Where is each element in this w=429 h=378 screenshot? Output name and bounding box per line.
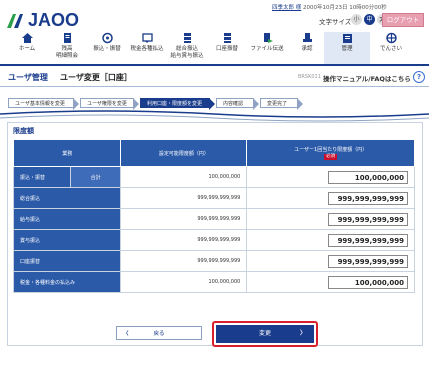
user-name-link[interactable]: 四季太郎 様	[272, 5, 301, 11]
step-label: 利用口座・限度額を変更	[147, 101, 203, 107]
page-title: ユーザ変更［口座］	[60, 73, 132, 82]
title-divider	[0, 86, 429, 87]
user-limit-input[interactable]: 999,999,999,999	[328, 212, 408, 226]
step-label: ユーザ基本情報を変更	[15, 101, 65, 107]
nav-densai[interactable]: でんさい	[368, 32, 414, 64]
nav-label: 総合振込 給与賞与振込	[170, 46, 204, 59]
user-limit-input[interactable]: 100,000,000	[328, 275, 408, 289]
user-limit-input[interactable]: 999,999,999,999	[328, 254, 408, 268]
section-title: ユーザ管理	[8, 73, 48, 82]
logout-button[interactable]: ログアウト	[382, 13, 424, 27]
ja-logo-icon	[7, 14, 23, 28]
table-header-row: 業務 設定可能限度額（円） ユーザー1回当たり限度額（円） 必須	[12, 139, 415, 167]
row-label: 総合振込	[12, 187, 122, 209]
row-label: 賞与振込	[12, 229, 122, 251]
nav-label: でんさい	[379, 46, 402, 52]
step-label: ユーザ権限を変更	[87, 101, 127, 107]
step-account-limit: 利用口座・限度額を変更	[140, 98, 215, 110]
table-row: 総合振込 999,999,999,999 999,999,999,999	[12, 187, 415, 209]
nav-label: 残高 明細照会	[55, 46, 78, 59]
logo-text[interactable]: JAOO	[28, 10, 79, 31]
user-limit-input[interactable]: 999,999,999,999	[328, 233, 408, 247]
step-confirm: 内容確認	[216, 98, 259, 110]
col-user-limit: ユーザー1回当たり限度額（円） 必須	[246, 139, 415, 167]
change-label: 変更	[258, 330, 271, 337]
limit-section-title: 限度額	[13, 127, 34, 135]
table-row: 振込・振替 合計 100,000,000 100,000,000	[13, 166, 415, 188]
back-label: 戻る	[153, 331, 165, 337]
change-button[interactable]: 変更 〉	[216, 325, 314, 343]
densai-icon	[385, 32, 397, 44]
user-limit-cell: 100,000,000	[246, 271, 415, 293]
step-basic-info: ユーザ基本情報を変更	[8, 98, 79, 110]
chevron-right-icon: 〉	[299, 330, 306, 337]
nav-management[interactable]: 管理	[324, 32, 370, 64]
col-type: 業務	[12, 139, 122, 167]
nav-label: ファイル伝送	[250, 46, 284, 52]
wave-decoration	[0, 110, 429, 122]
row-label: 給与振込	[12, 208, 122, 230]
screen-code: BRSK011	[298, 74, 321, 80]
row-label: 口座振替	[12, 250, 122, 272]
nav-label: 承認	[301, 46, 313, 52]
col-configurable: 設定可能限度額（円）	[120, 139, 248, 167]
font-medium-button[interactable]: 中	[364, 14, 375, 25]
step-complete: 変更完了	[260, 98, 303, 110]
last-login: 2000年10月23日 10時00分00秒	[303, 5, 387, 11]
nav-label: 税金各種払込	[130, 46, 164, 52]
configurable-limit: 999,999,999,999	[120, 229, 248, 251]
transfer-icon	[101, 32, 113, 44]
table-row: 給与振込 999,999,999,999 999,999,999,999	[12, 208, 415, 230]
configurable-limit: 100,000,000	[120, 166, 248, 188]
col-user-limit-label: ユーザー1回当たり限度額（円）	[294, 147, 368, 153]
nav-label: 管理	[341, 46, 353, 52]
nav-label: 口座振替	[215, 46, 238, 52]
table-row: 税金・各種料金の払込み 100,000,000 100,000,000	[12, 271, 415, 293]
home-icon	[21, 33, 33, 43]
statement-icon	[63, 33, 71, 43]
step-authority: ユーザ権限を変更	[80, 98, 139, 110]
configurable-limit: 999,999,999,999	[120, 208, 248, 230]
management-icon	[342, 34, 352, 43]
row-label: 振込・振替	[13, 166, 71, 188]
user-limit-cell: 999,999,999,999	[246, 187, 415, 209]
table-row: 口座振替 999,999,999,999 999,999,999,999	[12, 250, 415, 272]
user-limit-cell: 999,999,999,999	[246, 250, 415, 272]
approval-icon	[302, 33, 312, 42]
file-transfer-icon	[263, 33, 273, 43]
step-label: 内容確認	[223, 101, 244, 107]
global-header: JAOO 四季太郎 様 2000年10月23日 10時00分00秒 文字サイズ …	[0, 0, 429, 70]
user-limit-input[interactable]: 100,000,000	[328, 170, 408, 184]
bulk-transfer-icon	[183, 33, 191, 43]
step-label: 変更完了	[267, 101, 288, 107]
limit-table: 業務 設定可能限度額（円） ユーザー1回当たり限度額（円） 必須 振込・振替 合…	[12, 139, 415, 293]
font-small-button[interactable]: 小	[351, 14, 362, 25]
user-limit-cell: 999,999,999,999	[246, 229, 415, 251]
help-icon[interactable]: ?	[413, 71, 425, 83]
user-limit-cell: 100,000,000	[246, 166, 415, 188]
nav-label: 振込・振替	[93, 46, 121, 52]
user-limit-input[interactable]: 999,999,999,999	[328, 191, 408, 205]
chevron-left-icon: 〈	[123, 331, 129, 337]
header-divider	[0, 64, 429, 66]
configurable-limit: 100,000,000	[120, 271, 248, 293]
back-button[interactable]: 〈 戻る	[116, 326, 202, 340]
required-badge: 必須	[324, 154, 338, 160]
manual-link[interactable]: 操作マニュアル/FAQはこちら	[323, 73, 411, 83]
row-label: 税金・各種料金の払込み	[12, 271, 122, 293]
user-limit-cell: 999,999,999,999	[246, 208, 415, 230]
configurable-limit: 999,999,999,999	[120, 187, 248, 209]
user-info: 四季太郎 様 2000年10月23日 10時00分00秒	[272, 3, 387, 11]
table-row: 賞与振込 999,999,999,999 999,999,999,999	[12, 229, 415, 251]
account-debit-icon	[223, 33, 231, 43]
row-sublabel: 合計	[69, 166, 122, 188]
nav-label: ホーム	[18, 46, 36, 52]
configurable-limit: 999,999,999,999	[120, 250, 248, 272]
font-size-label: 文字サイズ	[319, 18, 352, 26]
tax-payment-icon	[141, 33, 153, 43]
